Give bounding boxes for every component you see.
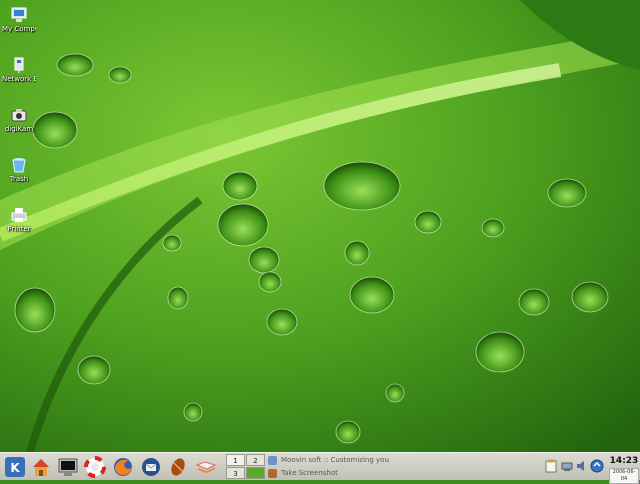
browser-task-icon xyxy=(268,455,277,465)
thunderbird-launcher[interactable] xyxy=(140,456,162,478)
desktop-icon-network-browsing[interactable]: Network Browsi xyxy=(2,56,36,83)
kicker-panel: K 1 2 3 4 Moovin soft :: Customizing you… xyxy=(0,452,640,484)
clipboard-icon[interactable] xyxy=(544,459,558,473)
desktop-icon-printer[interactable]: Printer xyxy=(2,206,36,233)
pager-desktop-1[interactable]: 1 xyxy=(226,454,245,466)
konsole-icon xyxy=(58,458,78,476)
clock-date: 2006-06-04 xyxy=(609,468,639,484)
multimedia-icon xyxy=(171,458,185,476)
svg-text:K: K xyxy=(10,461,20,475)
pager-desktop-2[interactable]: 2 xyxy=(246,454,265,466)
screenshot-task-icon xyxy=(268,468,277,478)
kde-menu-icon: K xyxy=(5,457,25,477)
clock-time: 14:23 xyxy=(609,456,639,466)
multimedia-launcher[interactable] xyxy=(167,456,189,478)
firefox-icon xyxy=(114,458,132,476)
volume-icon[interactable] xyxy=(575,459,589,473)
panel-clock[interactable]: 14:23 2006-06-04 xyxy=(608,455,640,484)
desktop-icon-trash[interactable]: Trash xyxy=(2,156,36,183)
help-lifebuoy-icon xyxy=(84,456,106,478)
taskbar-task-list: Moovin soft :: Customizing you Take Scre… xyxy=(268,454,538,480)
desktop-icon-digikam[interactable]: digiKam xyxy=(2,106,36,133)
help-launcher[interactable] xyxy=(84,456,106,478)
home-launcher[interactable] xyxy=(30,456,52,478)
home-folder-icon xyxy=(33,459,49,476)
update-icon[interactable] xyxy=(590,459,604,473)
printer-icon xyxy=(11,208,27,222)
desktop-wallpaper xyxy=(0,0,640,452)
thunderbird-icon xyxy=(142,458,160,476)
office-launcher[interactable] xyxy=(195,456,217,478)
kde-menu-button[interactable]: K xyxy=(4,456,26,478)
network-tray-icon[interactable] xyxy=(560,459,574,473)
desktop-icon-my-computer[interactable]: My Compu... xyxy=(2,6,36,33)
network-icon xyxy=(14,57,24,73)
pager-desktop-4[interactable]: 4 xyxy=(246,467,265,479)
camera-icon xyxy=(11,109,27,122)
task-screenshot[interactable]: Take Screenshot xyxy=(268,467,538,479)
office-icon xyxy=(195,461,217,474)
task-browser[interactable]: Moovin soft :: Customizing you xyxy=(268,454,538,466)
firefox-launcher[interactable] xyxy=(112,456,134,478)
konsole-launcher[interactable] xyxy=(57,456,79,478)
system-tray xyxy=(540,456,606,478)
computer-icon xyxy=(11,7,27,22)
pager-desktop-3[interactable]: 3 xyxy=(226,467,245,479)
desktop-pager: 1 2 3 4 xyxy=(226,454,266,480)
trash-icon xyxy=(12,158,26,173)
